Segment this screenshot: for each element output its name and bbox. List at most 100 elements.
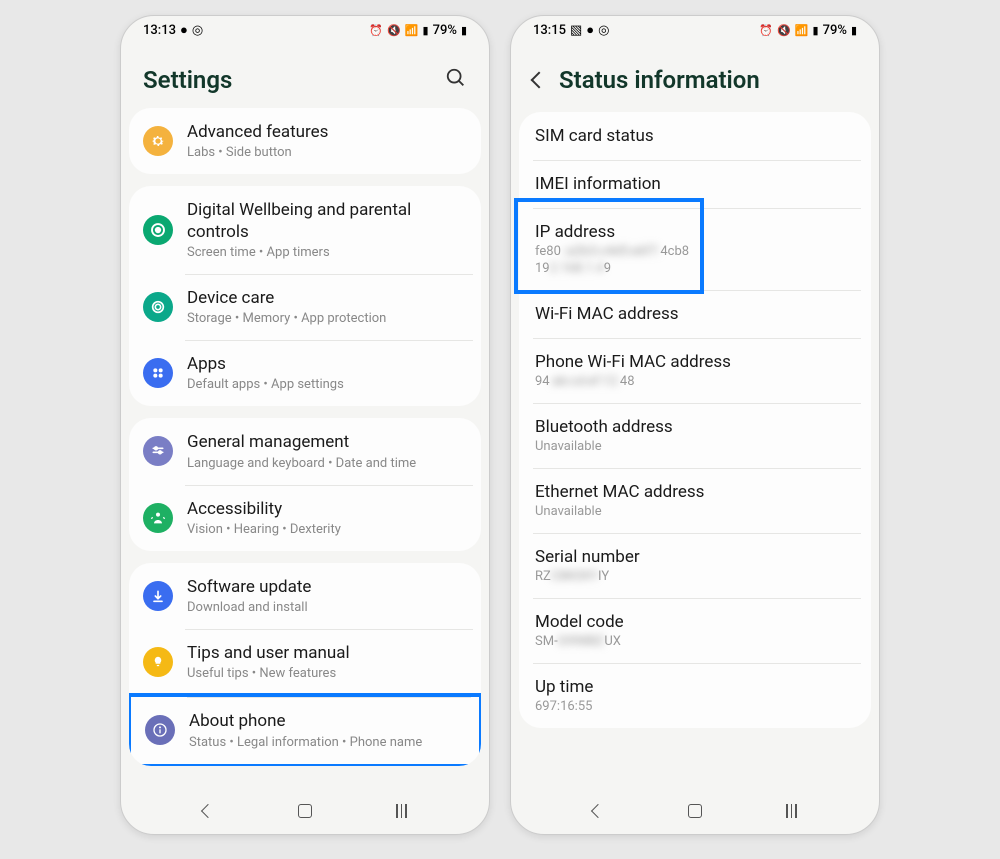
status-title: SIM card status (535, 126, 855, 146)
status-title: IP address (535, 222, 855, 242)
item-subtitle: Language and keyboard • Date and time (187, 456, 467, 471)
battery-icon: ▮ (461, 24, 467, 37)
status-value: 697:16:55 (535, 699, 855, 714)
status-value: RZC8K0XYIY (535, 569, 855, 584)
status-item-ethernet-mac-address[interactable]: Ethernet MAC address Unavailable (519, 468, 871, 533)
settings-group: Software updateDownload and installTips … (129, 563, 481, 766)
instagram-icon: ◎ (598, 23, 609, 38)
item-subtitle: Useful tips • New features (187, 666, 467, 681)
status-value: Unavailable (535, 504, 855, 519)
item-title: General management (187, 432, 467, 453)
battery-icon: ▮ (851, 24, 857, 37)
wifi-icon: 📶 (795, 24, 809, 37)
nav-recent-icon[interactable] (396, 804, 407, 818)
nav-home-icon[interactable] (298, 804, 312, 818)
shield-icon (143, 292, 173, 322)
item-subtitle: Storage • Memory • App protection (187, 311, 467, 326)
item-title: Digital Wellbeing and parental controls (187, 200, 467, 243)
status-title: Up time (535, 677, 855, 697)
status-value2: 192.168.1.49 (535, 261, 855, 276)
status-value: 94:ab:cd:ef:12:48 (535, 374, 855, 389)
sliders-icon (143, 436, 173, 466)
circle-dot-icon (143, 215, 173, 245)
item-title: Apps (187, 354, 467, 375)
settings-item-general-management[interactable]: General management Language and keyboard … (129, 418, 481, 484)
status-value: fe80::a2b3:c4d5:e6f7:4cb8 (535, 244, 855, 259)
bulb-icon (143, 647, 173, 677)
wifi-icon: 📶 (405, 24, 419, 37)
header: Status information (511, 44, 879, 112)
settings-item-apps[interactable]: Apps Default apps • App settings (129, 340, 481, 406)
mute-icon: 🔇 (387, 24, 401, 37)
status-title: Wi-Fi MAC address (535, 304, 855, 324)
gallery-icon: ▧ (570, 23, 582, 38)
signal-icon: ▮ (423, 24, 429, 37)
settings-group: Digital Wellbeing and parental controls S… (129, 186, 481, 406)
item-title: Tips and user manual (187, 643, 467, 664)
gear-icon (143, 126, 173, 156)
alarm-icon: ⏰ (369, 24, 383, 37)
instagram-icon: ◎ (192, 23, 203, 38)
status-item-up-time[interactable]: Up time 697:16:55 (519, 663, 871, 728)
status-item-ip-address[interactable]: IP addressfe80::a2b3:c4d5:e6f7:4cb8192.1… (519, 208, 871, 290)
status-title: Model code (535, 612, 855, 632)
item-title: Accessibility (187, 499, 467, 520)
status-bar: 13:13 ● ◎ ⏰ 🔇 📶 ▮ 79% ▮ (121, 16, 489, 44)
status-item-serial-number[interactable]: Serial number RZC8K0XYIY (519, 533, 871, 598)
status-info-list[interactable]: SIM card status IMEI information IP addres… (511, 112, 879, 792)
nav-bar (121, 792, 489, 834)
back-button[interactable] (531, 72, 548, 89)
item-title: About phone (189, 711, 465, 732)
item-subtitle: Status • Legal information • Phone name (189, 735, 465, 750)
item-title: Advanced features (187, 122, 467, 143)
item-subtitle: Default apps • App settings (187, 377, 467, 392)
item-title: Device care (187, 288, 467, 309)
mute-icon: 🔇 (777, 24, 791, 37)
battery-text: 79% (823, 23, 847, 38)
status-item-sim-card-status[interactable]: SIM card status (519, 112, 871, 160)
status-title: Bluetooth address (535, 417, 855, 437)
status-value: SM-G998BZUX (535, 634, 855, 649)
settings-item-accessibility[interactable]: Accessibility Vision • Hearing • Dexterit… (129, 485, 481, 551)
nav-home-icon[interactable] (688, 804, 702, 818)
phone-settings: 13:13 ● ◎ ⏰ 🔇 📶 ▮ 79% ▮ Settings Advance… (120, 15, 490, 835)
status-bar: 13:15 ▧ ● ◎ ⏰ 🔇 📶 ▮ 79% ▮ (511, 16, 879, 44)
info-icon (145, 715, 175, 745)
status-title: Phone Wi-Fi MAC address (535, 352, 855, 372)
item-subtitle: Download and install (187, 600, 467, 615)
status-title: IMEI information (535, 174, 855, 194)
nav-bar (511, 792, 879, 834)
settings-list[interactable]: Advanced features Labs • Side button Digit… (121, 108, 489, 792)
status-title: Ethernet MAC address (535, 482, 855, 502)
search-button[interactable] (445, 67, 467, 93)
header: Settings (121, 44, 489, 108)
status-value: Unavailable (535, 439, 855, 454)
item-subtitle: Labs • Side button (187, 145, 467, 160)
alarm-icon: ⏰ (759, 24, 773, 37)
settings-group: Advanced features Labs • Side button (129, 108, 481, 174)
status-title: Serial number (535, 547, 855, 567)
settings-item-tips-and-user-manual[interactable]: Tips and user manual Useful tips • New fe… (129, 629, 481, 695)
nav-back-icon[interactable] (201, 804, 215, 818)
item-subtitle: Screen time • App timers (187, 245, 467, 260)
settings-item-about-phone[interactable]: About phone Status • Legal information • … (129, 693, 481, 765)
settings-item-device-care[interactable]: Device care Storage • Memory • App protec… (129, 274, 481, 340)
status-item-wi-fi-mac-address[interactable]: Wi-Fi MAC address (519, 290, 871, 338)
messenger-icon: ● (586, 22, 594, 38)
clock: 13:15 (533, 23, 566, 38)
nav-recent-icon[interactable] (786, 804, 797, 818)
status-item-imei-information[interactable]: IMEI information (519, 160, 871, 208)
status-item-model-code[interactable]: Model code SM-G998BZUX (519, 598, 871, 663)
signal-icon: ▮ (813, 24, 819, 37)
arrow-down-icon (143, 581, 173, 611)
status-item-phone-wi-fi-mac-address[interactable]: Phone Wi-Fi MAC address 94:ab:cd:ef:12:48 (519, 338, 871, 403)
phone-status-info: 13:15 ▧ ● ◎ ⏰ 🔇 📶 ▮ 79% ▮ Status informa… (510, 15, 880, 835)
settings-item-software-update[interactable]: Software updateDownload and install (129, 563, 481, 629)
status-item-bluetooth-address[interactable]: Bluetooth address Unavailable (519, 403, 871, 468)
person-icon (143, 503, 173, 533)
settings-item-advanced-features[interactable]: Advanced features Labs • Side button (129, 108, 481, 174)
item-subtitle: Vision • Hearing • Dexterity (187, 522, 467, 537)
nav-back-icon[interactable] (591, 804, 605, 818)
clock: 13:13 (143, 23, 176, 38)
settings-item-digital-wellbeing-and-parental-controls[interactable]: Digital Wellbeing and parental controls S… (129, 186, 481, 274)
